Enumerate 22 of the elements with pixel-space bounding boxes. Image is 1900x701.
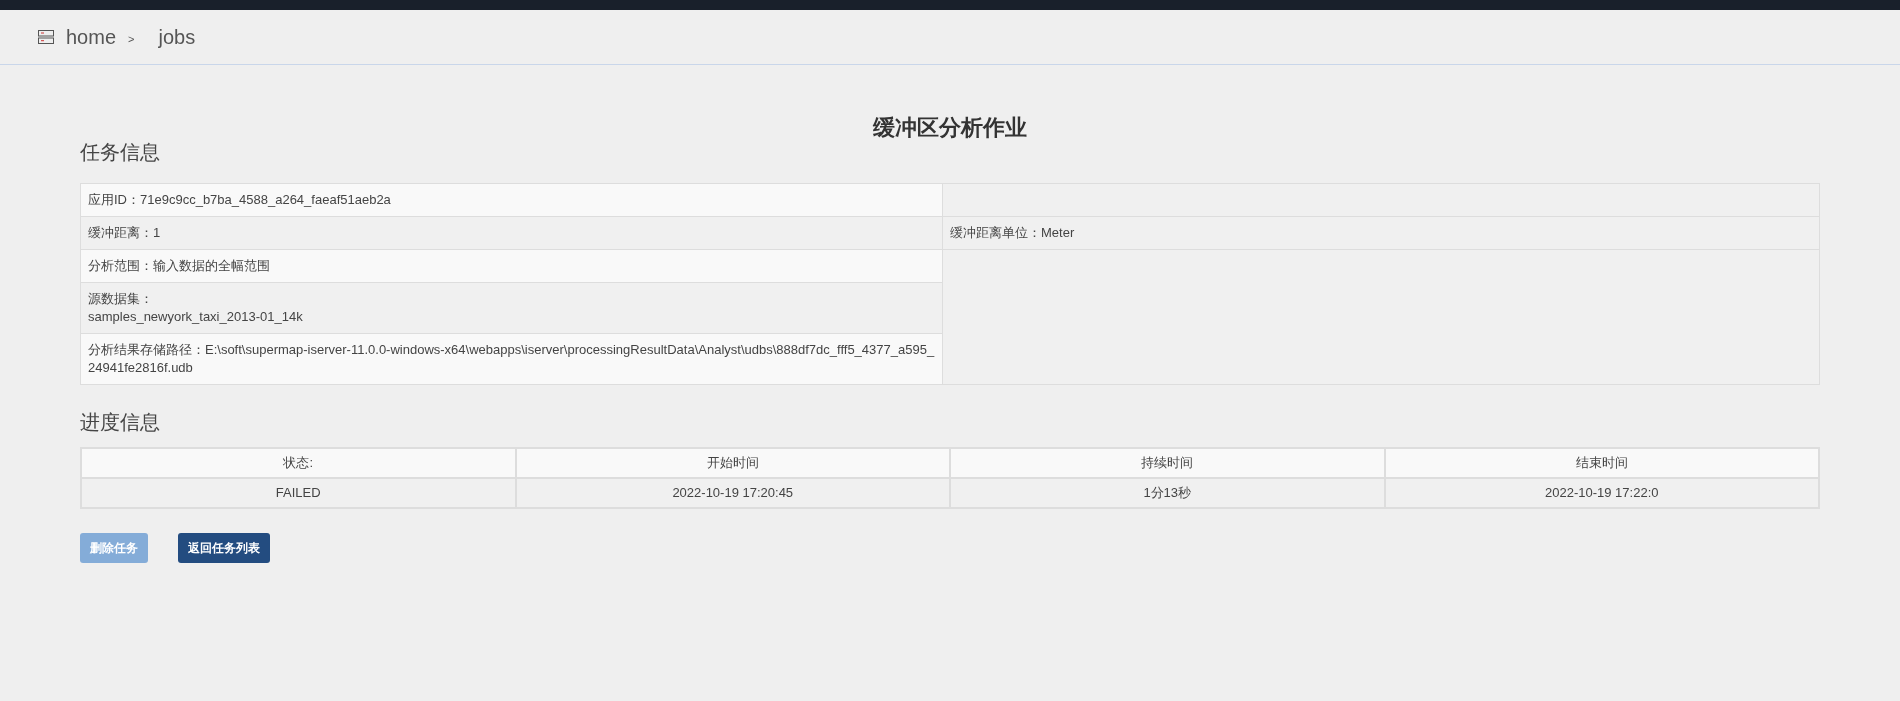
table-cell: 2022-10-19 17:20:45 <box>515 478 950 508</box>
breadcrumb-link[interactable]: jobs <box>158 22 196 52</box>
column-header: 开始时间 <box>515 448 950 478</box>
info-cell: 缓冲距离：1 <box>80 216 943 250</box>
action-button[interactable]: 返回任务列表 <box>178 533 270 563</box>
section-heading: 任务信息 <box>80 140 161 165</box>
info-cell: 分析范围：输入数据的全幅范围 <box>80 249 943 283</box>
info-cell: 源数据集： samples_newyork_taxi_2013-01_14k <box>80 282 943 334</box>
page-title: 缓冲区分析作业 <box>872 114 1028 142</box>
info-cell: 应用ID：71e9c9cc_b7ba_4588_a264_faeaf51aeb2a <box>80 183 943 217</box>
column-header: 结束时间 <box>1384 448 1819 478</box>
info-cell: 缓冲距离单位：Meter <box>942 216 1820 250</box>
section-heading: 进度信息 <box>80 410 161 435</box>
breadcrumb-separator: > <box>128 31 135 47</box>
server-icon <box>38 30 54 44</box>
column-header: 状态: <box>81 448 516 478</box>
info-cell: 分析结果存储路径：E:\soft\supermap-iserver-11.0.0-windows-x64\webapps\iserver\processingResultData\Analyst\udbs\888df7dc_fff5_4377_a595_24941fe2816f.udb <box>80 333 943 385</box>
table-cell: FAILED <box>81 478 516 508</box>
table-cell: 2022-10-19 17:22:0 <box>1384 478 1819 508</box>
column-header: 持续时间 <box>950 448 1385 478</box>
breadcrumb-link[interactable]: home <box>66 22 117 52</box>
table-cell: 1分13秒 <box>950 478 1385 508</box>
